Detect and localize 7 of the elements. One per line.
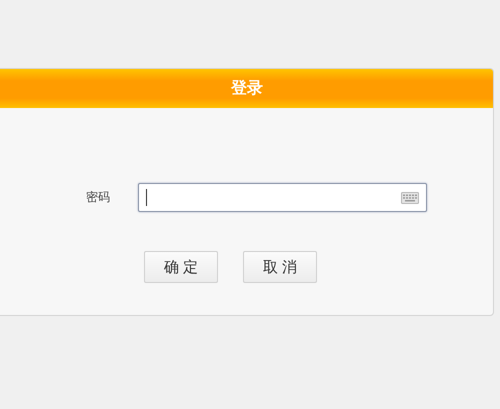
cancel-button[interactable]: 取消: [243, 251, 317, 283]
text-cursor: [146, 189, 147, 206]
password-label: 密码: [86, 189, 111, 206]
dialog-title: 登录: [231, 78, 263, 99]
keyboard-icon[interactable]: [401, 192, 419, 204]
confirm-button[interactable]: 确定: [144, 251, 218, 283]
password-field[interactable]: [138, 183, 427, 212]
